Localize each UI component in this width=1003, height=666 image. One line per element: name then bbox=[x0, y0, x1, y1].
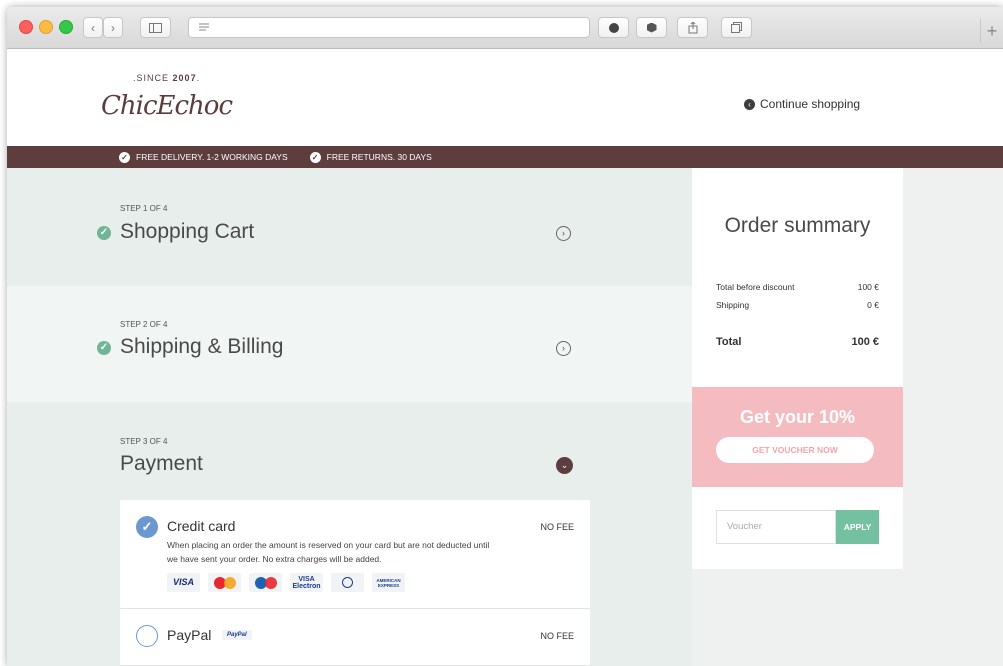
voucher-form: Voucher APPLY bbox=[692, 487, 903, 569]
payment-option-paypal[interactable]: PayPal PayPal NO FEE bbox=[120, 609, 590, 666]
step-title: Payment bbox=[120, 452, 203, 475]
summary-title: Order summary bbox=[724, 214, 871, 237]
voucher-input[interactable]: Voucher bbox=[716, 510, 836, 544]
check-circle-icon: ✓ bbox=[309, 151, 321, 163]
logo-word: ChicEchoc bbox=[101, 91, 233, 121]
chevron-left-icon: ‹ bbox=[91, 20, 95, 35]
reader-icon bbox=[199, 23, 209, 31]
check-circle-icon: ✓ bbox=[97, 226, 111, 240]
diners-club-logo bbox=[331, 573, 364, 592]
browser-window: ‹ › + .SINCE 2007. ChicEchoc ‹ Continue … bbox=[7, 7, 1003, 666]
extension-icon bbox=[608, 22, 619, 33]
option-name: Credit card bbox=[167, 518, 236, 534]
summary-value: 100 € bbox=[851, 336, 879, 348]
back-button[interactable]: ‹ bbox=[83, 17, 103, 38]
step-payment: STEP 3 OF 4 Payment ⌄ ✓ Credit card NO F… bbox=[7, 402, 692, 666]
promo-item-returns: ✓ FREE RETURNS. 30 DAYS bbox=[309, 151, 432, 163]
minimize-window-button[interactable] bbox=[39, 20, 53, 34]
shield-icon bbox=[646, 22, 657, 33]
summary-value: 100 € bbox=[857, 282, 879, 292]
paypal-logo: PayPal bbox=[222, 630, 252, 640]
logo-since: .SINCE 2007. bbox=[133, 73, 201, 83]
zoom-window-button[interactable] bbox=[59, 20, 73, 34]
payment-options: ✓ Credit card NO FEE When placing an ord… bbox=[120, 500, 590, 666]
chevron-left-circle-icon: ‹ bbox=[744, 98, 755, 110]
maestro-logo bbox=[249, 573, 282, 592]
mastercard-logo bbox=[208, 573, 241, 592]
check-circle-icon: ✓ bbox=[97, 341, 111, 355]
step-label: STEP 1 OF 4 bbox=[120, 204, 168, 213]
step-title: Shipping & Billing bbox=[120, 335, 284, 358]
summary-row-before-discount: Total before discount 100 € bbox=[716, 282, 879, 292]
get-voucher-button[interactable]: GET VOUCHER NOW bbox=[716, 437, 874, 463]
tabs-icon bbox=[731, 22, 742, 33]
extension-button-1[interactable] bbox=[598, 17, 629, 38]
continue-shopping-label: Continue shopping bbox=[760, 97, 861, 111]
option-name: PayPal bbox=[167, 627, 212, 643]
new-tab-button[interactable]: + bbox=[980, 19, 1003, 43]
forward-button[interactable]: › bbox=[103, 17, 123, 38]
amex-logo: AMERICAN EXPRESS bbox=[372, 573, 405, 592]
visa-logo: VISA bbox=[167, 573, 200, 592]
radio-empty-icon[interactable] bbox=[136, 625, 158, 647]
close-window-button[interactable] bbox=[19, 20, 33, 34]
card-logos: VISA VISA Electron AMERICAN EXPRESS bbox=[167, 573, 405, 592]
promo-label: FREE DELIVERY. 1-2 WORKING DAYS bbox=[136, 152, 288, 162]
tabs-overview-button[interactable] bbox=[721, 17, 752, 38]
diners-club-icon bbox=[342, 577, 353, 588]
option-fee: NO FEE bbox=[540, 522, 574, 532]
step-label: STEP 3 OF 4 bbox=[120, 437, 168, 446]
promo-label: FREE RETURNS. 30 DAYS bbox=[326, 152, 432, 162]
step-label: STEP 2 OF 4 bbox=[120, 320, 168, 329]
order-summary: Order summary Total before discount 100 … bbox=[692, 168, 903, 387]
browser-toolbar: ‹ › + bbox=[7, 7, 1003, 49]
step-shopping-cart[interactable]: STEP 1 OF 4 ✓ Shopping Cart › bbox=[7, 168, 692, 286]
site-header: .SINCE 2007. ChicEchoc ‹ Continue shoppi… bbox=[7, 49, 1003, 153]
sidebar-button[interactable] bbox=[140, 17, 171, 38]
continue-shopping-link[interactable]: ‹ Continue shopping bbox=[744, 97, 860, 111]
visa-electron-logo: VISA Electron bbox=[290, 573, 323, 592]
voucher-promo-title: Get your 10% bbox=[739, 407, 856, 427]
summary-row-total: Total 100 € bbox=[716, 336, 879, 348]
logo[interactable]: .SINCE 2007. ChicEchoc bbox=[99, 61, 233, 141]
check-circle-icon: ✓ bbox=[119, 151, 130, 163]
chevron-down-circle-icon[interactable]: ⌄ bbox=[556, 457, 573, 474]
option-fee: NO FEE bbox=[540, 631, 574, 641]
payment-option-credit-card[interactable]: ✓ Credit card NO FEE When placing an ord… bbox=[120, 500, 590, 609]
share-icon bbox=[688, 21, 697, 33]
promo-bar: ✓ FREE DELIVERY. 1-2 WORKING DAYS ✓ FREE… bbox=[7, 146, 1003, 168]
option-description: When placing an order the amount is rese… bbox=[167, 540, 490, 564]
summary-label: Shipping bbox=[716, 300, 750, 310]
summary-value: 0 € bbox=[867, 300, 879, 310]
address-bar[interactable] bbox=[188, 17, 590, 38]
radio-checked-icon[interactable]: ✓ bbox=[136, 516, 158, 538]
summary-row-shipping: Shipping 0 € bbox=[716, 300, 879, 310]
chevron-right-circle-icon[interactable]: › bbox=[556, 226, 571, 241]
apply-voucher-button[interactable]: APPLY bbox=[836, 510, 879, 544]
share-button[interactable] bbox=[677, 17, 708, 38]
sidebar-icon bbox=[149, 22, 162, 33]
voucher-promo-banner: Get your 10% GET VOUCHER NOW bbox=[692, 387, 903, 487]
chevron-right-icon: › bbox=[111, 20, 115, 35]
chevron-right-circle-icon[interactable]: › bbox=[556, 341, 571, 356]
summary-label: Total bbox=[716, 336, 742, 348]
step-shipping-billing[interactable]: STEP 2 OF 4 ✓ Shipping & Billing › bbox=[7, 286, 692, 402]
extension-button-2[interactable] bbox=[636, 17, 667, 38]
step-title: Shopping Cart bbox=[120, 220, 255, 243]
summary-label: Total before discount bbox=[716, 282, 795, 292]
promo-item-delivery: ✓ FREE DELIVERY. 1-2 WORKING DAYS bbox=[119, 151, 288, 163]
